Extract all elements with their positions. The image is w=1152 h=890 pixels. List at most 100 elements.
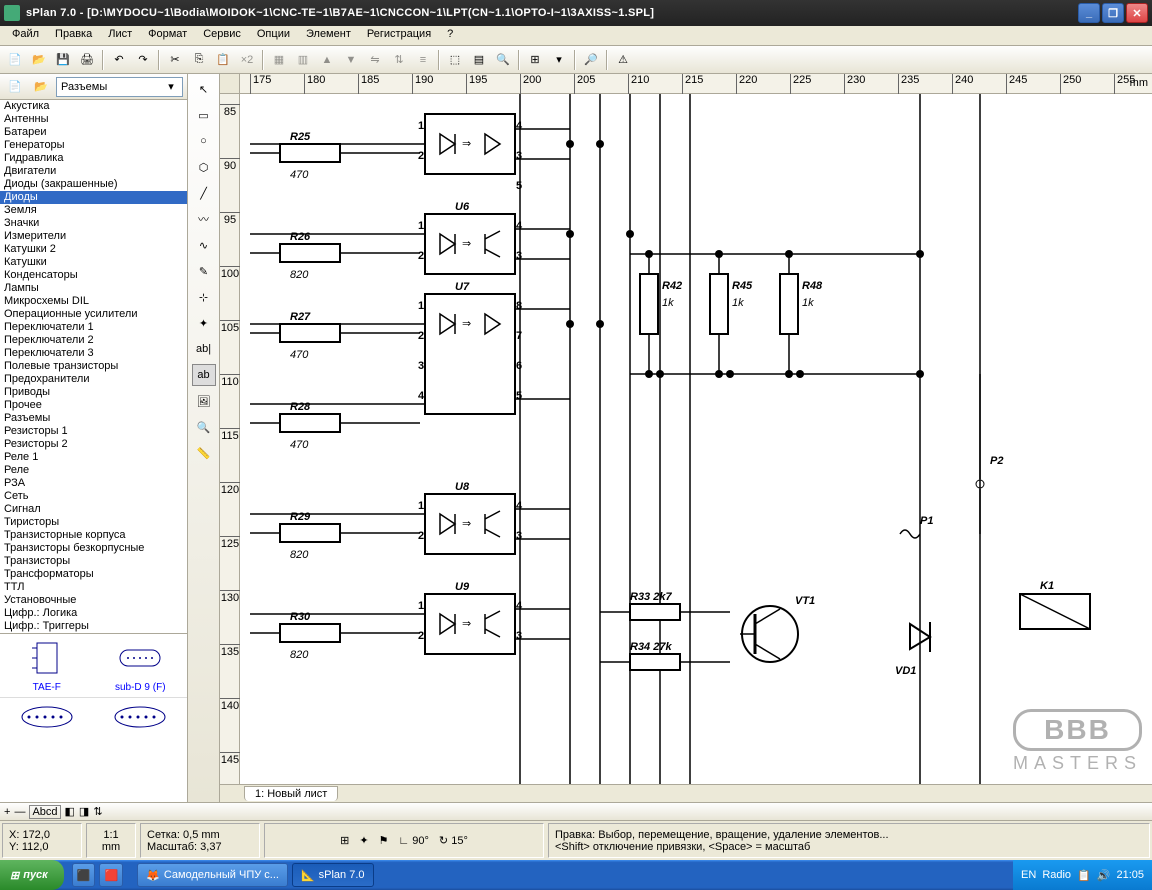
category-item[interactable]: Трансформаторы (0, 568, 187, 581)
category-item[interactable]: Катушки 2 (0, 243, 187, 256)
preview-item[interactable] (105, 702, 175, 735)
rect-tool-icon[interactable]: ▭ (192, 104, 216, 126)
category-item[interactable]: Измерители (0, 230, 187, 243)
category-item[interactable]: Цифр.: Логика (0, 607, 187, 620)
freehand-tool-icon[interactable]: ✎ (192, 260, 216, 282)
flag-icon[interactable]: ⚑ (379, 834, 389, 847)
list-icon[interactable]: ▤ (468, 49, 490, 71)
category-item[interactable]: Значки (0, 217, 187, 230)
text-tool-icon[interactable]: ab| (192, 338, 216, 360)
bt-icon[interactable]: ◧ (65, 805, 75, 818)
warning-icon[interactable]: ⚠ (612, 49, 634, 71)
category-item[interactable]: Переключатели 2 (0, 334, 187, 347)
bt-icon[interactable]: + (4, 806, 10, 818)
category-item[interactable]: ТТЛ (0, 581, 187, 594)
category-item[interactable]: Двигатели (0, 165, 187, 178)
category-item[interactable]: Прочее (0, 399, 187, 412)
category-item[interactable]: Транзисторы (0, 555, 187, 568)
zoom-icon[interactable]: 🔎 (580, 49, 602, 71)
maximize-button[interactable]: ❐ (1102, 3, 1124, 23)
start-button[interactable]: ⊞ пуск (0, 860, 64, 890)
front-icon[interactable]: ▲ (316, 49, 338, 71)
redo-icon[interactable]: ↷ (132, 49, 154, 71)
junction-tool-icon[interactable]: ✦ (192, 312, 216, 334)
flip-h-icon[interactable]: ⇋ (364, 49, 386, 71)
side-new-icon[interactable]: 📄 (4, 76, 26, 98)
bt-icon[interactable]: Abcd (29, 805, 60, 819)
bt-icon[interactable]: ⇅ (93, 805, 102, 818)
image-tool-icon[interactable]: 🖼 (192, 390, 216, 412)
language-indicator[interactable]: EN (1021, 869, 1036, 881)
minimize-button[interactable]: _ (1078, 3, 1100, 23)
grid-snap-icon[interactable]: ⊞ (340, 834, 349, 847)
menu-Правка[interactable]: Правка (47, 26, 100, 45)
category-item[interactable]: Приводы (0, 386, 187, 399)
grid-snap-icon[interactable]: ✦ (359, 834, 368, 847)
category-item[interactable]: Генераторы (0, 139, 187, 152)
copy-icon[interactable]: ⎘ (188, 49, 210, 71)
label-tool-icon[interactable]: ab (192, 364, 216, 386)
category-item[interactable]: Конденсаторы (0, 269, 187, 282)
group-icon[interactable]: ▦ (268, 49, 290, 71)
align-icon[interactable]: ≡ (412, 49, 434, 71)
side-open-icon[interactable]: 📂 (30, 76, 52, 98)
find-icon[interactable]: 🔍 (492, 49, 514, 71)
grid-dd-icon[interactable]: ▾ (548, 49, 570, 71)
save-icon[interactable]: 💾 (52, 49, 74, 71)
circle-tool-icon[interactable]: ○ (192, 130, 216, 152)
category-item[interactable]: Установочные (0, 594, 187, 607)
open-icon[interactable]: 📂 (28, 49, 50, 71)
category-list[interactable]: АкустикаАнтенныБатареиГенераторыГидравли… (0, 100, 187, 633)
category-item[interactable]: Резисторы 1 (0, 425, 187, 438)
category-item[interactable]: Антенны (0, 113, 187, 126)
system-tray[interactable]: EN Radio 📋 🔊 21:05 (1013, 860, 1152, 890)
poly-tool-icon[interactable]: ⬡ (192, 156, 216, 178)
preview-item[interactable]: sub-D 9 (F) (105, 638, 175, 693)
curve-tool-icon[interactable]: 〰 (192, 208, 216, 230)
measure-tool-icon[interactable]: 📏 (192, 442, 216, 464)
preview-item[interactable]: TAE-F (12, 638, 82, 693)
cut-icon[interactable]: ✂ (164, 49, 186, 71)
volume-icon[interactable]: 🔊 (1097, 869, 1111, 882)
category-item[interactable]: Акустика (0, 100, 187, 113)
node-tool-icon[interactable]: ⊹ (192, 286, 216, 308)
sheet-tab[interactable]: 1: Новый лист (244, 786, 338, 801)
line-tool-icon[interactable]: ╱ (192, 182, 216, 204)
menu-Формат[interactable]: Формат (140, 26, 195, 45)
category-item[interactable]: Транзисторные корпуса (0, 529, 187, 542)
category-item[interactable]: Переключатели 1 (0, 321, 187, 334)
flip-v-icon[interactable]: ⇅ (388, 49, 410, 71)
category-item[interactable]: Катушки (0, 256, 187, 269)
grid-icon[interactable]: ⊞ (524, 49, 546, 71)
category-item[interactable]: Операционные усилители (0, 308, 187, 321)
category-item[interactable]: Диоды (0, 191, 187, 204)
menu-Опции[interactable]: Опции (249, 26, 298, 45)
bt-icon[interactable]: — (14, 806, 25, 818)
preview-item[interactable] (12, 702, 82, 735)
category-item[interactable]: Лампы (0, 282, 187, 295)
menu-Файл[interactable]: Файл (4, 26, 47, 45)
zoom-tool-icon[interactable]: 🔍 (192, 416, 216, 438)
menu-Регистрация[interactable]: Регистрация (359, 26, 439, 45)
pointer-tool-icon[interactable]: ↖ (192, 78, 216, 100)
bezier-tool-icon[interactable]: ∿ (192, 234, 216, 256)
new-icon[interactable]: 📄 (4, 49, 26, 71)
bt-icon[interactable]: ◨ (79, 805, 89, 818)
category-item[interactable]: Гидравлика (0, 152, 187, 165)
menu-Сервис[interactable]: Сервис (195, 26, 249, 45)
menu-Лист[interactable]: Лист (100, 26, 140, 45)
category-item[interactable]: Микросхемы DIL (0, 295, 187, 308)
undo-icon[interactable]: ↶ (108, 49, 130, 71)
category-item[interactable]: Сеть (0, 490, 187, 503)
category-item[interactable]: Тиристоры (0, 516, 187, 529)
category-item[interactable]: Сигнал (0, 503, 187, 516)
category-item[interactable]: Полевые транзисторы (0, 360, 187, 373)
print-icon[interactable]: 🖨 (76, 49, 98, 71)
category-item[interactable]: Переключатели 3 (0, 347, 187, 360)
paste-icon[interactable]: 📋 (212, 49, 234, 71)
category-item[interactable]: Батареи (0, 126, 187, 139)
taskbar-item[interactable]: 🦊 Самодельный ЧПУ с... (137, 863, 288, 887)
ungroup-icon[interactable]: ▥ (292, 49, 314, 71)
category-item[interactable]: Земля (0, 204, 187, 217)
schematic-canvas[interactable]: R25470R26820R27470R28470R29820R30820⇒142… (240, 94, 1152, 784)
